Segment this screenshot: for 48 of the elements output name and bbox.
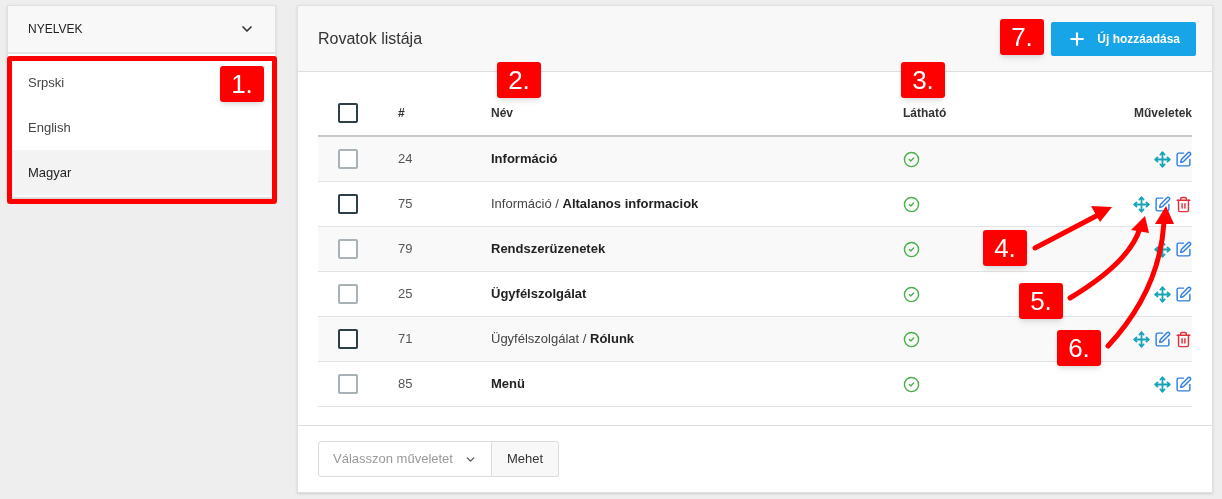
move-icon[interactable] <box>1133 330 1150 348</box>
id-cell-text: 25 <box>398 285 414 304</box>
languages-title: NYELVEK <box>28 21 83 38</box>
edit-icon[interactable] <box>1175 285 1192 303</box>
callout-number: 1. <box>220 66 264 102</box>
language-item[interactable]: Magyar <box>28 162 72 183</box>
panel-title: Rovatok listája <box>318 28 423 49</box>
select-placeholder: Válasszon műveletet <box>333 450 453 469</box>
name-cell-text: Ügyfélszolgálat <box>491 285 588 304</box>
id-cell-text: 75 <box>398 195 414 214</box>
edit-icon[interactable] <box>1175 150 1192 168</box>
callout-number: 3. <box>901 62 945 98</box>
checkbox[interactable] <box>338 329 358 349</box>
move-icon[interactable] <box>1154 285 1171 303</box>
edit-icon[interactable] <box>1154 195 1171 213</box>
callout-number: 4. <box>983 230 1027 266</box>
id-cell-text: 24 <box>398 150 414 169</box>
column-header: Műveletek <box>1133 105 1192 122</box>
callout-number: 5. <box>1019 283 1063 319</box>
callout-number: 2. <box>497 62 541 98</box>
column-header: # <box>398 105 406 122</box>
move-icon[interactable] <box>1154 150 1171 168</box>
checkbox[interactable] <box>338 194 358 214</box>
id-cell-text: 79 <box>398 240 414 259</box>
name-cell-text: Információ / Altalanos informaciok <box>491 195 700 214</box>
language-item[interactable]: Srpski <box>28 72 65 93</box>
column-header: Látható <box>903 105 948 122</box>
edit-icon[interactable] <box>1154 330 1171 348</box>
edit-icon[interactable] <box>1175 240 1192 258</box>
move-icon[interactable] <box>1133 195 1150 213</box>
move-icon[interactable] <box>1154 240 1171 258</box>
go-button[interactable]: Mehet <box>492 441 560 477</box>
name-cell-text: Rendszerüzenetek <box>491 240 607 259</box>
checkbox[interactable] <box>338 103 358 123</box>
languages-header[interactable]: NYELVEK <box>8 6 275 54</box>
callout-number: 6. <box>1057 330 1101 366</box>
language-item[interactable]: English <box>28 117 71 138</box>
edit-icon[interactable] <box>1175 375 1192 393</box>
delete-icon[interactable] <box>1175 195 1192 213</box>
name-cell-text: Információ <box>491 150 559 169</box>
move-icon[interactable] <box>1154 375 1171 393</box>
delete-icon[interactable] <box>1175 330 1192 348</box>
id-cell-text: 71 <box>398 330 414 349</box>
name-cell-text: Ügyfélszolgálat / Rólunk <box>491 330 636 349</box>
column-header: Név <box>491 105 514 122</box>
callout-number: 7. <box>1000 19 1044 55</box>
id-cell-text: 85 <box>398 375 414 394</box>
name-cell-text: Menü <box>491 375 526 394</box>
